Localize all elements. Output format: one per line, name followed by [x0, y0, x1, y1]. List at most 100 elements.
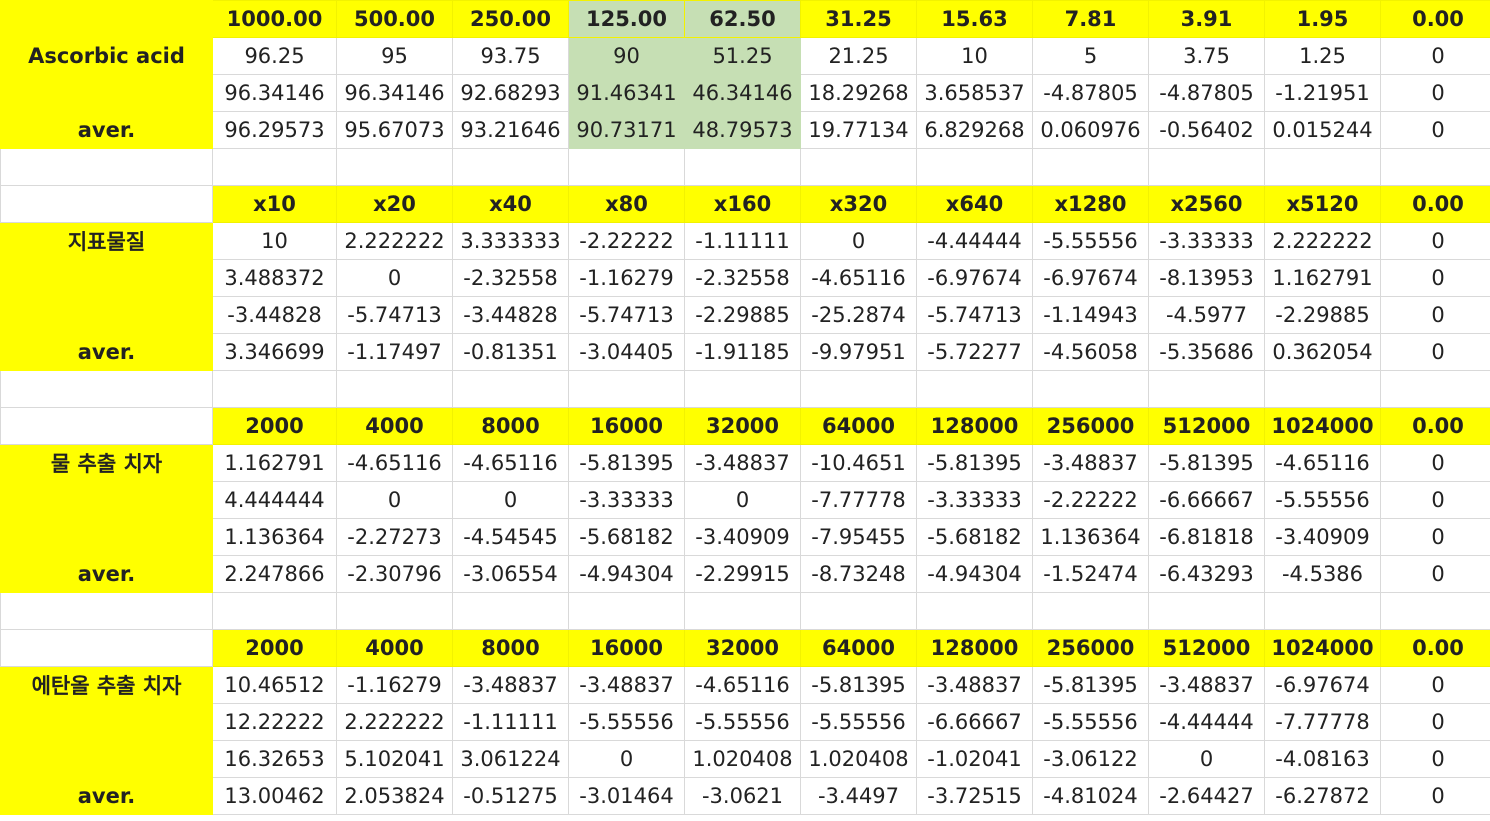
- concentration-header-cell[interactable]: x1280: [1032, 185, 1149, 223]
- concentration-header-cell[interactable]: 0.00: [1380, 185, 1490, 223]
- value-cell[interactable]: -6.66667: [1148, 481, 1265, 519]
- value-cell[interactable]: -5.72277: [916, 333, 1033, 371]
- value-cell[interactable]: -3.40909: [1264, 518, 1381, 556]
- value-cell[interactable]: 16.32653: [212, 740, 337, 778]
- value-cell[interactable]: -4.87805: [1032, 74, 1149, 112]
- value-cell[interactable]: -7.77778: [1264, 703, 1381, 741]
- empty-cell[interactable]: [1032, 592, 1149, 630]
- empty-cell[interactable]: [916, 148, 1033, 186]
- row-label-cell[interactable]: [0, 259, 213, 297]
- value-cell[interactable]: -4.65116: [1264, 444, 1381, 482]
- value-cell[interactable]: -1.14943: [1032, 296, 1149, 334]
- value-cell[interactable]: 0: [1380, 444, 1490, 482]
- value-cell[interactable]: -5.55556: [1032, 703, 1149, 741]
- value-cell[interactable]: 92.68293: [452, 74, 569, 112]
- concentration-header-cell[interactable]: x320: [800, 185, 917, 223]
- value-cell[interactable]: -6.97674: [916, 259, 1033, 297]
- empty-cell[interactable]: [1148, 592, 1265, 630]
- value-cell[interactable]: -3.06122: [1032, 740, 1149, 778]
- concentration-header-cell[interactable]: 8000: [452, 629, 569, 667]
- row-label-cell[interactable]: [0, 407, 213, 445]
- value-cell[interactable]: 51.25: [684, 37, 801, 75]
- empty-cell[interactable]: [212, 148, 337, 186]
- empty-cell[interactable]: [1380, 592, 1490, 630]
- concentration-header-cell[interactable]: 16000: [568, 629, 685, 667]
- value-cell[interactable]: -2.30796: [336, 555, 453, 593]
- empty-cell[interactable]: [1380, 370, 1490, 408]
- concentration-header-cell[interactable]: 8000: [452, 407, 569, 445]
- concentration-header-cell[interactable]: 128000: [916, 407, 1033, 445]
- concentration-header-cell[interactable]: 7.81: [1032, 0, 1149, 38]
- value-cell[interactable]: 0: [1380, 333, 1490, 371]
- value-cell[interactable]: 0: [568, 740, 685, 778]
- row-label-cell[interactable]: aver.: [0, 555, 213, 593]
- value-cell[interactable]: 2.053824: [336, 777, 453, 815]
- value-cell[interactable]: 93.21646: [452, 111, 569, 149]
- value-cell[interactable]: 46.34146: [684, 74, 801, 112]
- empty-cell[interactable]: [800, 592, 917, 630]
- value-cell[interactable]: 0: [336, 259, 453, 297]
- value-cell[interactable]: -3.4497: [800, 777, 917, 815]
- value-cell[interactable]: -10.4651: [800, 444, 917, 482]
- value-cell[interactable]: 90: [568, 37, 685, 75]
- value-cell[interactable]: -0.81351: [452, 333, 569, 371]
- value-cell[interactable]: 0.362054: [1264, 333, 1381, 371]
- value-cell[interactable]: -1.91185: [684, 333, 801, 371]
- value-cell[interactable]: -2.64427: [1148, 777, 1265, 815]
- value-cell[interactable]: -1.16279: [568, 259, 685, 297]
- concentration-header-cell[interactable]: 15.63: [916, 0, 1033, 38]
- row-label-cell[interactable]: [0, 0, 213, 38]
- value-cell[interactable]: -0.56402: [1148, 111, 1265, 149]
- value-cell[interactable]: -5.81395: [800, 666, 917, 704]
- value-cell[interactable]: -5.35686: [1148, 333, 1265, 371]
- value-cell[interactable]: -2.32558: [684, 259, 801, 297]
- value-cell[interactable]: -7.77778: [800, 481, 917, 519]
- value-cell[interactable]: -25.2874: [800, 296, 917, 334]
- row-label-cell[interactable]: [0, 185, 213, 223]
- value-cell[interactable]: 0: [1380, 740, 1490, 778]
- value-cell[interactable]: 0: [1380, 111, 1490, 149]
- value-cell[interactable]: 0: [1380, 555, 1490, 593]
- value-cell[interactable]: 0: [1380, 666, 1490, 704]
- empty-cell[interactable]: [684, 592, 801, 630]
- empty-cell[interactable]: [916, 370, 1033, 408]
- value-cell[interactable]: -5.81395: [1032, 666, 1149, 704]
- value-cell[interactable]: -5.74713: [336, 296, 453, 334]
- value-cell[interactable]: 4.444444: [212, 481, 337, 519]
- concentration-header-cell[interactable]: 64000: [800, 407, 917, 445]
- concentration-header-cell[interactable]: 500.00: [336, 0, 453, 38]
- value-cell[interactable]: -3.06554: [452, 555, 569, 593]
- value-cell[interactable]: 0.060976: [1032, 111, 1149, 149]
- value-cell[interactable]: -8.73248: [800, 555, 917, 593]
- value-cell[interactable]: 10.46512: [212, 666, 337, 704]
- value-cell[interactable]: -4.65116: [800, 259, 917, 297]
- value-cell[interactable]: -4.65116: [336, 444, 453, 482]
- empty-cell[interactable]: [452, 148, 569, 186]
- row-label-cell[interactable]: [0, 518, 213, 556]
- value-cell[interactable]: -4.5386: [1264, 555, 1381, 593]
- empty-cell[interactable]: [336, 592, 453, 630]
- concentration-header-cell[interactable]: x160: [684, 185, 801, 223]
- value-cell[interactable]: -2.27273: [336, 518, 453, 556]
- value-cell[interactable]: 0: [1380, 518, 1490, 556]
- value-cell[interactable]: -4.56058: [1032, 333, 1149, 371]
- value-cell[interactable]: 5.102041: [336, 740, 453, 778]
- value-cell[interactable]: -3.33333: [568, 481, 685, 519]
- row-label-cell[interactable]: [0, 629, 213, 667]
- row-label-cell[interactable]: [0, 703, 213, 741]
- concentration-header-cell[interactable]: 1024000: [1264, 629, 1381, 667]
- value-cell[interactable]: -3.48837: [1032, 444, 1149, 482]
- value-cell[interactable]: -1.17497: [336, 333, 453, 371]
- concentration-header-cell[interactable]: x80: [568, 185, 685, 223]
- empty-cell[interactable]: [452, 370, 569, 408]
- empty-cell[interactable]: [452, 592, 569, 630]
- empty-cell[interactable]: [1264, 148, 1381, 186]
- row-label-cell[interactable]: [0, 481, 213, 519]
- value-cell[interactable]: 10: [212, 222, 337, 260]
- concentration-header-cell[interactable]: 4000: [336, 407, 453, 445]
- concentration-header-cell[interactable]: x40: [452, 185, 569, 223]
- value-cell[interactable]: -0.51275: [452, 777, 569, 815]
- concentration-header-cell[interactable]: 512000: [1148, 407, 1265, 445]
- value-cell[interactable]: -5.68182: [916, 518, 1033, 556]
- row-label-cell[interactable]: [0, 740, 213, 778]
